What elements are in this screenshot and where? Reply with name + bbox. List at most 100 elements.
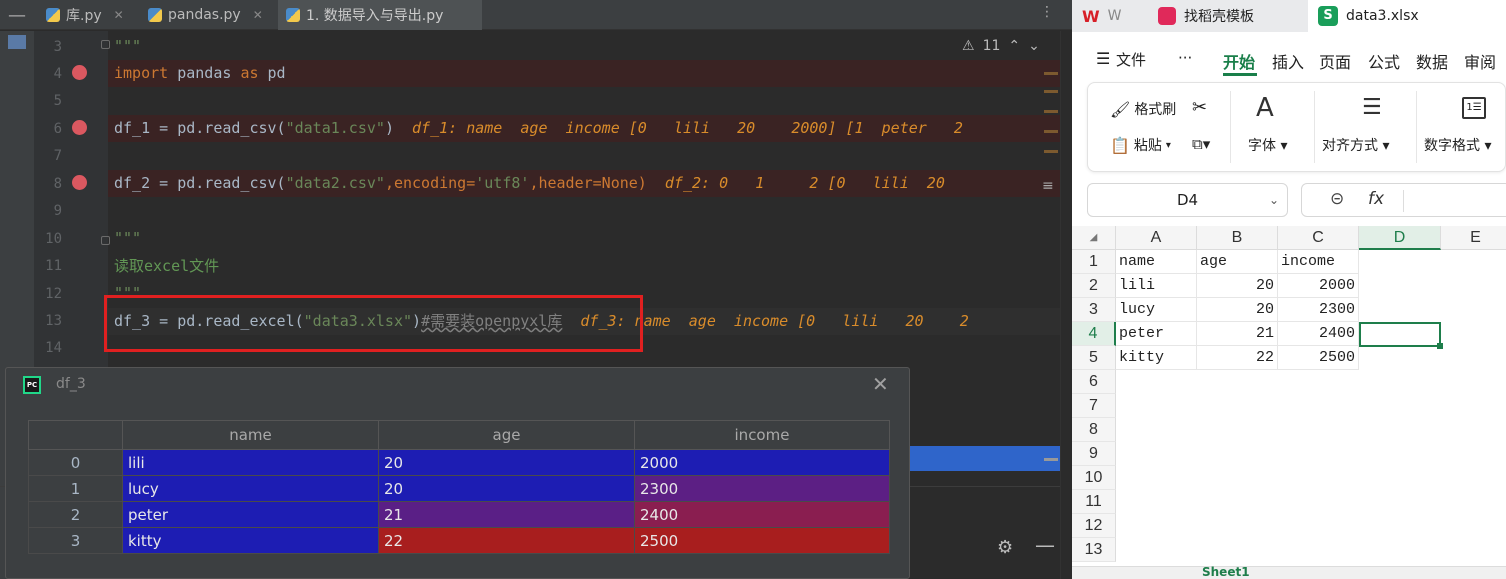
- hamburger-icon[interactable]: ☰: [1096, 49, 1110, 68]
- cell-c4[interactable]: 2400: [1278, 322, 1359, 346]
- cell-name[interactable]: lili: [122, 449, 379, 476]
- fill-handle[interactable]: [1437, 343, 1443, 349]
- cell-a5[interactable]: kitty: [1116, 346, 1197, 370]
- close-icon[interactable]: ✕: [114, 8, 124, 22]
- cell-c2[interactable]: 2000: [1278, 274, 1359, 298]
- fold-icon[interactable]: [101, 40, 110, 49]
- column-header-d[interactable]: D: [1359, 226, 1441, 250]
- row-header[interactable]: 12: [1072, 514, 1116, 538]
- formula-input[interactable]: ⊝ fx: [1301, 183, 1506, 217]
- column-header[interactable]: age: [378, 420, 635, 450]
- align-button[interactable]: 对齐方式 ▾: [1322, 135, 1389, 155]
- menu-page[interactable]: 页面: [1319, 49, 1351, 73]
- row-header[interactable]: 1: [1072, 250, 1116, 274]
- cell-name[interactable]: kitty: [122, 527, 379, 554]
- more-icon[interactable]: ⋮: [1040, 4, 1054, 20]
- table-row[interactable]: 3 kitty 22 2500: [28, 527, 890, 554]
- row-header[interactable]: 5: [1072, 346, 1116, 370]
- column-header-e[interactable]: E: [1441, 226, 1506, 250]
- row-header[interactable]: 8: [1072, 418, 1116, 442]
- name-box[interactable]: D4 ⌄: [1087, 183, 1288, 217]
- row-header[interactable]: 6: [1072, 370, 1116, 394]
- font-button[interactable]: 字体 ▾: [1248, 135, 1287, 155]
- menu-icon[interactable]: —: [0, 0, 36, 30]
- cell-income[interactable]: 2500: [634, 527, 890, 554]
- tab-wps-home[interactable]: W W: [1072, 0, 1140, 32]
- tab-pandas-py[interactable]: pandas.py ✕: [140, 0, 272, 30]
- folder-icon[interactable]: [8, 35, 26, 49]
- cell-c5[interactable]: 2500: [1278, 346, 1359, 370]
- inspection-widget[interactable]: ⚠ 11 ⌃ ⌄: [962, 38, 1040, 54]
- paste-button[interactable]: 📋 粘贴 ▾: [1110, 135, 1171, 155]
- select-all-corner[interactable]: ◢: [1072, 226, 1116, 250]
- menu-insert[interactable]: 插入: [1272, 49, 1304, 73]
- cell-b2[interactable]: 20: [1197, 274, 1278, 298]
- cell-a1[interactable]: name: [1116, 250, 1197, 274]
- selected-cell-d4[interactable]: [1359, 322, 1441, 347]
- number-format-button[interactable]: 数字格式 ▾: [1424, 135, 1491, 155]
- sheet-tab[interactable]: Sheet1: [1202, 565, 1250, 578]
- cell-b1[interactable]: age: [1197, 250, 1278, 274]
- fx-icon[interactable]: fx: [1368, 189, 1384, 209]
- fold-icon[interactable]: [101, 236, 110, 245]
- menu-data[interactable]: 数据: [1416, 49, 1448, 73]
- minimize-icon[interactable]: —: [1035, 533, 1055, 557]
- row-index: 2: [28, 501, 123, 528]
- row-header[interactable]: 13: [1072, 538, 1116, 562]
- cut-icon[interactable]: ✂: [1192, 97, 1207, 118]
- cell-a3[interactable]: lucy: [1116, 298, 1197, 322]
- cell-age[interactable]: 21: [378, 501, 635, 528]
- close-icon[interactable]: ✕: [253, 8, 263, 22]
- cell-age[interactable]: 22: [378, 527, 635, 554]
- cell-b4[interactable]: 21: [1197, 322, 1278, 346]
- table-row[interactable]: 0 lili 20 2000: [28, 449, 890, 476]
- format-painter-button[interactable]: 🖌 格式刷: [1110, 99, 1176, 119]
- copy-icon[interactable]: ⧉▾: [1192, 135, 1210, 153]
- cell-c3[interactable]: 2300: [1278, 298, 1359, 322]
- cell-a2[interactable]: lili: [1116, 274, 1197, 298]
- chevron-down-icon[interactable]: ⌄: [1028, 38, 1040, 54]
- table-row[interactable]: 1 lucy 20 2300: [28, 475, 890, 502]
- table-row[interactable]: 2 peter 21 2400: [28, 501, 890, 528]
- column-header-c[interactable]: C: [1278, 226, 1359, 250]
- cell-age[interactable]: 20: [378, 449, 635, 476]
- cell-b5[interactable]: 22: [1197, 346, 1278, 370]
- cell-income[interactable]: 2300: [634, 475, 890, 502]
- cell-name[interactable]: peter: [122, 501, 379, 528]
- cell-income[interactable]: 2000: [634, 449, 890, 476]
- gear-icon[interactable]: ⚙: [997, 537, 1013, 558]
- breakpoint-icon[interactable]: [72, 175, 87, 190]
- close-icon[interactable]: ✕: [872, 372, 889, 396]
- cell-age[interactable]: 20: [378, 475, 635, 502]
- tab-data-import-export[interactable]: 1. 数据导入与导出.py: [278, 0, 482, 30]
- row-header[interactable]: 7: [1072, 394, 1116, 418]
- zoom-icon[interactable]: ⊝: [1330, 189, 1344, 209]
- row-header[interactable]: 10: [1072, 466, 1116, 490]
- breakpoint-icon[interactable]: [72, 65, 87, 80]
- cell-c1[interactable]: income: [1278, 250, 1359, 274]
- tab-templates[interactable]: 找稻壳模板: [1148, 0, 1298, 32]
- column-header-a[interactable]: A: [1116, 226, 1197, 250]
- cell-name[interactable]: lucy: [122, 475, 379, 502]
- menu-icon[interactable]: ≡: [1042, 178, 1054, 194]
- menu-formula[interactable]: 公式: [1368, 49, 1400, 73]
- menu-more[interactable]: ···: [1178, 49, 1192, 67]
- menu-home[interactable]: 开始: [1223, 49, 1255, 73]
- column-header[interactable]: name: [122, 420, 379, 450]
- row-header[interactable]: 11: [1072, 490, 1116, 514]
- row-header[interactable]: 3: [1072, 298, 1116, 322]
- row-header[interactable]: 9: [1072, 442, 1116, 466]
- cell-b3[interactable]: 20: [1197, 298, 1278, 322]
- breakpoint-icon[interactable]: [72, 120, 87, 135]
- row-header[interactable]: 2: [1072, 274, 1116, 298]
- column-header-b[interactable]: B: [1197, 226, 1278, 250]
- cell-income[interactable]: 2400: [634, 501, 890, 528]
- row-header[interactable]: 4: [1072, 322, 1116, 346]
- menu-file[interactable]: 文件: [1116, 49, 1146, 70]
- tab-ku-py[interactable]: 库.py ✕: [38, 0, 134, 30]
- column-header[interactable]: income: [634, 420, 890, 450]
- chevron-up-icon[interactable]: ⌃: [1008, 38, 1020, 54]
- tab-data3-xlsx[interactable]: S data3.xlsx: [1308, 0, 1506, 32]
- menu-review[interactable]: 审阅: [1464, 49, 1496, 73]
- cell-a4[interactable]: peter: [1116, 322, 1197, 346]
